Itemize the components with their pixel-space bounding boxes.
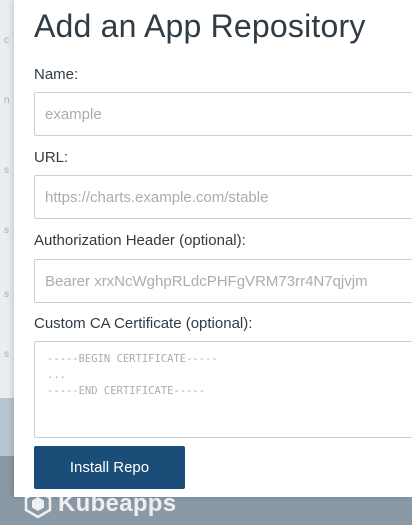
backdrop-glyph: s bbox=[4, 349, 9, 360]
modal-title: Add an App Repository bbox=[34, 8, 366, 44]
name-input[interactable] bbox=[34, 92, 412, 136]
name-label: Name: bbox=[34, 66, 79, 83]
ca-cert-textarea[interactable] bbox=[34, 341, 412, 438]
add-repo-modal: Add an App Repository Name: URL: Authori… bbox=[14, 0, 412, 497]
auth-header-label: Authorization Header (optional): bbox=[34, 232, 246, 249]
logo-text: Kubeapps bbox=[58, 490, 177, 517]
auth-header-input[interactable] bbox=[34, 259, 412, 303]
kubeapps-logo: Kubeapps bbox=[24, 489, 176, 519]
backdrop-glyph: s bbox=[4, 165, 9, 176]
kubeapps-hexagon-icon bbox=[24, 490, 52, 518]
backdrop-glyph: c bbox=[4, 35, 9, 46]
install-repo-button[interactable]: Install Repo bbox=[34, 446, 185, 489]
backdrop-glyph: n bbox=[4, 95, 10, 106]
url-input[interactable] bbox=[34, 175, 412, 219]
ca-cert-label: Custom CA Certificate (optional): bbox=[34, 315, 253, 332]
url-label: URL: bbox=[34, 149, 69, 166]
backdrop-glyph: s bbox=[4, 289, 9, 300]
backdrop-glyph: s bbox=[4, 225, 9, 236]
